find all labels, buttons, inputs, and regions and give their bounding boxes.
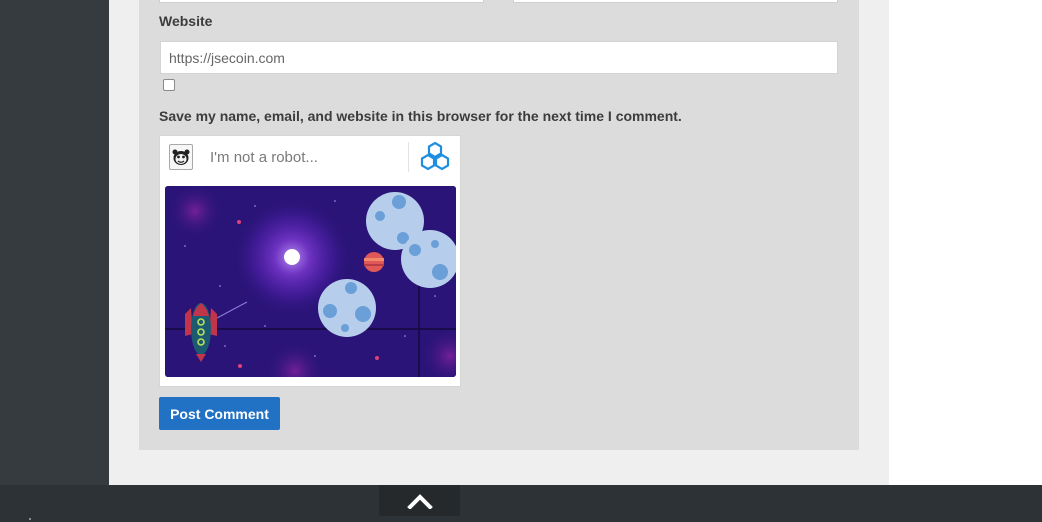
scroll-to-top-button[interactable] [379,485,460,516]
email-field[interactable] [159,0,484,3]
captcha-widget: I'm not a robot... [159,135,461,387]
footer-bar [0,485,1042,522]
save-info-checkbox[interactable] [163,79,175,91]
chevron-up-icon [406,493,433,509]
website-input[interactable] [160,41,838,74]
captcha-game-canvas[interactable] [165,186,456,377]
save-info-label: Save my name, email, and website in this… [159,108,682,124]
robot-face-icon[interactable] [169,144,193,170]
left-sidebar [0,0,109,485]
asteroid-icon [318,279,376,337]
captcha-prompt[interactable]: I'm not a robot... [210,149,318,166]
footer-dot [29,518,31,520]
captcha-divider [408,142,409,172]
hexagon-cluster-icon [418,141,452,173]
name-field[interactable] [513,0,838,3]
planet-icon [364,252,384,272]
sun-icon [284,249,300,265]
website-label: Website [159,13,213,29]
post-comment-button[interactable]: Post Comment [159,397,280,430]
